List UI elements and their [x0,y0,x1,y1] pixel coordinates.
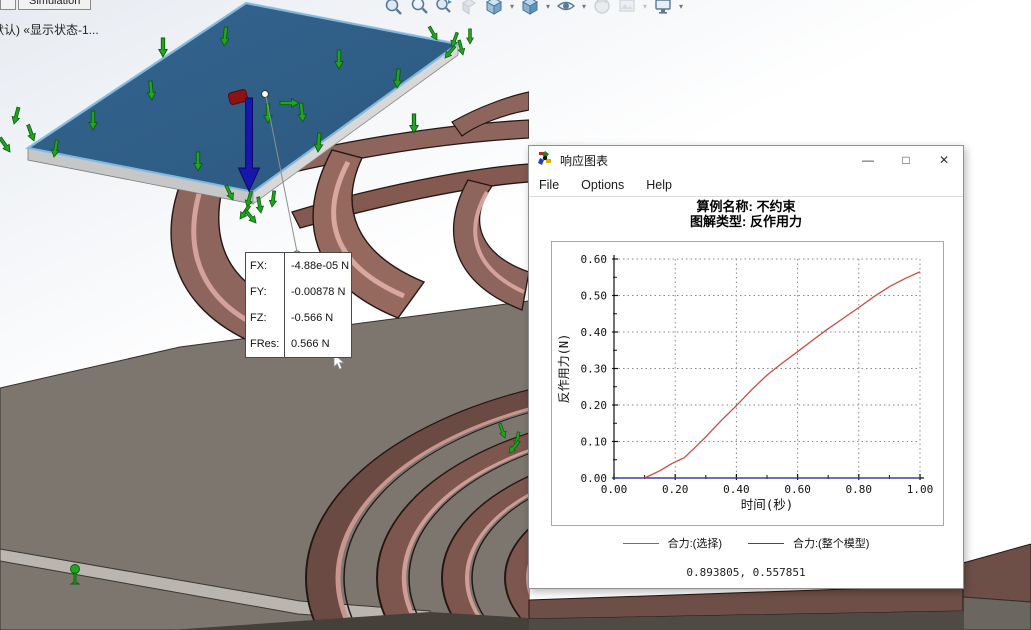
fz-label: FZ: [246,305,285,331]
chart-legend: 合力:(选择) 合力:(整个模型) [529,535,963,551]
svg-text:0.40: 0.40 [723,483,750,496]
callout-row-fy: FY: -0.00878 N [246,279,351,305]
menu-file[interactable]: File [539,178,559,192]
close-button[interactable]: ✕ [925,146,963,174]
plot-panel[interactable]: 0.000.200.400.600.801.000.000.100.200.30… [551,241,944,526]
maximize-button[interactable]: □ [887,146,925,174]
legend-line-blue [748,543,784,544]
apply-scene-icon[interactable] [616,0,638,17]
zoom-in-out-icon[interactable] [433,0,455,17]
fx-value: -4.88e-05 N [285,260,349,272]
svg-text:0.60: 0.60 [581,253,608,266]
menu-help[interactable]: Help [646,178,672,192]
zoom-to-area-icon[interactable] [408,0,430,17]
document-tab-strip: Simulation [0,0,91,10]
svg-text:0.20: 0.20 [581,399,608,412]
x-axis-label: 时间(秒) [741,497,794,512]
window-title: 响应图表 [560,152,608,169]
legend-item-selection: 合力:(选择) [623,535,722,551]
fy-label: FY: [246,279,285,305]
svg-text:0.10: 0.10 [581,436,608,449]
cursor-coordinate-readout: 0.893805, 0.557851 [529,566,963,579]
chart-heading-type: 图解类型: 反作用力 [529,214,963,229]
hide-show-items-caret-icon[interactable]: ▾ [580,2,588,11]
chart-heading-study: 算例名称: 不约束 [529,199,963,214]
display-style-caret-icon[interactable]: ▾ [544,2,552,11]
legend-label-whole-model: 合力:(整个模型) [793,535,869,551]
apply-scene-caret-icon[interactable]: ▾ [641,2,649,11]
fres-label: FRes: [246,331,285,357]
hide-show-items-icon[interactable] [555,0,577,17]
svg-text:0.40: 0.40 [581,326,608,339]
callout-row-fz: FZ: -0.566 N [246,305,351,331]
view-orientation-icon[interactable] [483,0,505,17]
fres-value: 0.566 N [285,338,330,350]
force-result-callout: FX: -4.88e-05 N FY: -0.00878 N FZ: -0.56… [245,252,352,358]
fx-label: FX: [246,253,285,279]
y-axis-label: 反作用力(N) [557,334,571,404]
section-view-icon[interactable] [458,0,480,17]
legend-label-selection: 合力:(选择) [668,535,722,551]
svg-text:0.60: 0.60 [784,483,811,496]
document-tab-partial[interactable] [0,0,16,10]
heads-up-toolbar: ▾ ▾ ▾ ▾ ▾ [383,0,685,17]
zoom-to-fit-icon[interactable] [383,0,405,17]
callout-row-fx: FX: -4.88e-05 N [246,253,351,279]
menu-options[interactable]: Options [581,178,624,192]
svg-text:1.00: 1.00 [907,483,934,496]
minimize-button[interactable]: — [849,146,887,174]
fy-value: -0.00878 N [285,286,345,298]
svg-text:0.80: 0.80 [846,483,873,496]
svg-text:0.30: 0.30 [581,363,608,376]
window-menubar: File Options Help [529,174,963,197]
svg-text:0.50: 0.50 [581,290,608,303]
feature-tree-node[interactable]: 默认) «显示状态-1... [0,21,99,38]
edit-appearance-icon[interactable] [591,0,613,17]
response-plot[interactable]: 0.000.200.400.600.801.000.000.100.200.30… [552,242,943,525]
legend-item-whole-model: 合力:(整个模型) [748,535,869,551]
response-chart-app-icon [537,150,553,171]
svg-text:0.20: 0.20 [662,483,689,496]
svg-text:0.00: 0.00 [581,472,608,485]
chart-heading: 算例名称: 不约束 图解类型: 反作用力 [529,199,963,229]
fz-value: -0.566 N [285,312,333,324]
view-settings-caret-icon[interactable]: ▾ [677,2,685,11]
response-chart-window: 响应图表 — □ ✕ File Options Help 算例名称: 不约束 图… [528,145,964,589]
window-titlebar[interactable]: 响应图表 — □ ✕ [529,146,963,174]
callout-row-fres: FRes: 0.566 N [246,331,351,357]
document-tab-simulation[interactable]: Simulation [18,0,91,10]
view-orientation-caret-icon[interactable]: ▾ [508,2,516,11]
display-style-icon[interactable] [519,0,541,17]
view-settings-icon[interactable] [652,0,674,17]
legend-line-red [623,543,659,544]
